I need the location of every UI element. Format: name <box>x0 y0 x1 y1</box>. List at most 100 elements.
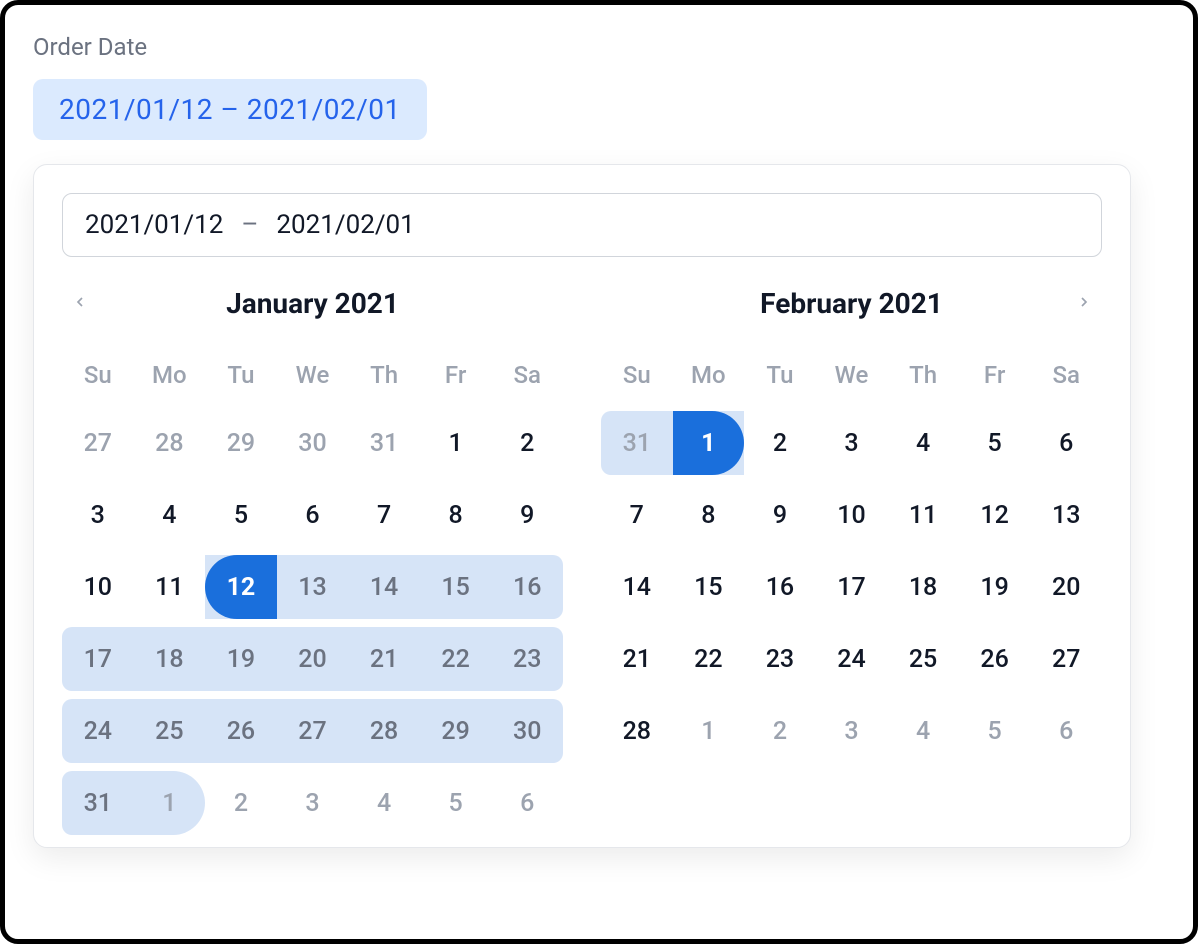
chevron-right-icon <box>1076 294 1092 313</box>
calendar-day[interactable]: 18 <box>134 627 206 691</box>
calendar-day[interactable]: 2 <box>744 699 816 763</box>
calendar-day[interactable]: 7 <box>348 483 420 547</box>
prev-month-button[interactable] <box>62 285 98 321</box>
calendar-day[interactable]: 6 <box>1030 699 1102 763</box>
calendar-day[interactable]: 28 <box>348 699 420 763</box>
calendar-day[interactable]: 27 <box>1030 627 1102 691</box>
calendar-day[interactable]: 22 <box>420 627 492 691</box>
calendar-day[interactable]: 21 <box>601 627 673 691</box>
calendar-day[interactable]: 1 <box>420 411 492 475</box>
calendar-day[interactable]: 13 <box>277 555 349 619</box>
calendar-day[interactable]: 23 <box>491 627 563 691</box>
calendar-day[interactable]: 2 <box>205 771 277 835</box>
calendar-day[interactable]: 3 <box>816 411 888 475</box>
calendar-day[interactable]: 20 <box>277 627 349 691</box>
calendar-day[interactable]: 9 <box>744 483 816 547</box>
calendar-day[interactable]: 5 <box>205 483 277 547</box>
calendar-day[interactable]: 13 <box>1030 483 1102 547</box>
calendar-day[interactable]: 6 <box>1030 411 1102 475</box>
calendar-day[interactable]: 14 <box>348 555 420 619</box>
calendar-day[interactable]: 10 <box>62 555 134 619</box>
calendar-day[interactable]: 21 <box>348 627 420 691</box>
calendar-day[interactable]: 26 <box>959 627 1031 691</box>
calendar-day[interactable]: 3 <box>62 483 134 547</box>
calendar-day[interactable]: 30 <box>277 411 349 475</box>
weekday: Su <box>601 353 673 397</box>
weekday: Tu <box>744 353 816 397</box>
calendar-day[interactable]: 8 <box>420 483 492 547</box>
calendar-day[interactable]: 8 <box>673 483 745 547</box>
calendar-day[interactable]: 20 <box>1030 555 1102 619</box>
calendar-day[interactable]: 25 <box>134 699 206 763</box>
date-range-popover: 2021/01/12 – 2021/02/01 January 2021 Su … <box>33 164 1131 848</box>
calendar-day[interactable]: 10 <box>816 483 888 547</box>
calendar-day[interactable]: 19 <box>205 627 277 691</box>
calendar-day[interactable]: 3 <box>816 699 888 763</box>
calendar-day[interactable]: 11 <box>134 555 206 619</box>
calendar-week: 10111213141516 <box>62 551 563 623</box>
calendar-day[interactable]: 4 <box>887 411 959 475</box>
calendar-day[interactable]: 1 <box>673 699 745 763</box>
weekday: We <box>816 353 888 397</box>
calendar-day[interactable]: 27 <box>62 411 134 475</box>
calendar-day[interactable]: 28 <box>134 411 206 475</box>
range-start-text: 2021/01/12 <box>85 210 223 240</box>
calendar-day[interactable]: 1 <box>673 411 745 475</box>
calendar-day[interactable]: 12 <box>205 555 277 619</box>
calendar-day[interactable]: 15 <box>673 555 745 619</box>
calendar-day[interactable]: 9 <box>491 483 563 547</box>
calendar-day[interactable]: 29 <box>205 411 277 475</box>
calendar-day[interactable]: 5 <box>959 699 1031 763</box>
calendar-day[interactable]: 11 <box>887 483 959 547</box>
days-grid-right: 3112345678910111213141516171819202122232… <box>601 407 1102 767</box>
calendar-week: 17181920212223 <box>62 623 563 695</box>
calendar-day[interactable]: 29 <box>420 699 492 763</box>
calendar-day[interactable]: 4 <box>134 483 206 547</box>
calendar-day[interactable]: 1 <box>134 771 206 835</box>
calendar-day[interactable]: 12 <box>959 483 1031 547</box>
calendar-day[interactable]: 3 <box>277 771 349 835</box>
calendar-day[interactable]: 16 <box>491 555 563 619</box>
calendar-day[interactable]: 30 <box>491 699 563 763</box>
weekday: Th <box>887 353 959 397</box>
calendar-day[interactable]: 18 <box>887 555 959 619</box>
calendar-day[interactable]: 6 <box>277 483 349 547</box>
weekday: We <box>277 353 349 397</box>
weekday: Tu <box>205 353 277 397</box>
calendar-day[interactable]: 27 <box>277 699 349 763</box>
weekday: Mo <box>134 353 206 397</box>
calendar-day[interactable]: 4 <box>887 699 959 763</box>
calendar-day[interactable]: 2 <box>744 411 816 475</box>
next-month-button[interactable] <box>1066 285 1102 321</box>
calendar-day[interactable]: 17 <box>62 627 134 691</box>
calendar-week: 272829303112 <box>62 407 563 479</box>
calendar-day[interactable]: 16 <box>744 555 816 619</box>
calendar-day[interactable]: 31 <box>62 771 134 835</box>
calendar-day[interactable]: 14 <box>601 555 673 619</box>
calendar-day[interactable]: 25 <box>887 627 959 691</box>
calendar-day[interactable]: 31 <box>348 411 420 475</box>
weekday: Sa <box>1030 353 1102 397</box>
date-range-chip[interactable]: 2021/01/12 – 2021/02/01 <box>33 79 427 140</box>
calendar-day[interactable]: 15 <box>420 555 492 619</box>
days-grid-left: 2728293031123456789101112131415161718192… <box>62 407 563 839</box>
calendar-day[interactable]: 24 <box>816 627 888 691</box>
date-range-input[interactable]: 2021/01/12 – 2021/02/01 <box>62 193 1102 257</box>
weekday: Su <box>62 353 134 397</box>
calendar-day[interactable]: 28 <box>601 699 673 763</box>
calendar-day[interactable]: 23 <box>744 627 816 691</box>
calendars-row: January 2021 Su Mo Tu We Th Fr Sa 272829… <box>62 275 1102 839</box>
calendar-day[interactable]: 26 <box>205 699 277 763</box>
calendar-day[interactable]: 24 <box>62 699 134 763</box>
calendar-day[interactable]: 17 <box>816 555 888 619</box>
calendar-day[interactable]: 4 <box>348 771 420 835</box>
calendar-day[interactable]: 22 <box>673 627 745 691</box>
calendar-day[interactable]: 2 <box>491 411 563 475</box>
field-label: Order Date <box>33 33 1165 61</box>
calendar-day[interactable]: 31 <box>601 411 673 475</box>
calendar-day[interactable]: 5 <box>959 411 1031 475</box>
calendar-day[interactable]: 5 <box>420 771 492 835</box>
calendar-day[interactable]: 19 <box>959 555 1031 619</box>
calendar-day[interactable]: 6 <box>491 771 563 835</box>
calendar-day[interactable]: 7 <box>601 483 673 547</box>
